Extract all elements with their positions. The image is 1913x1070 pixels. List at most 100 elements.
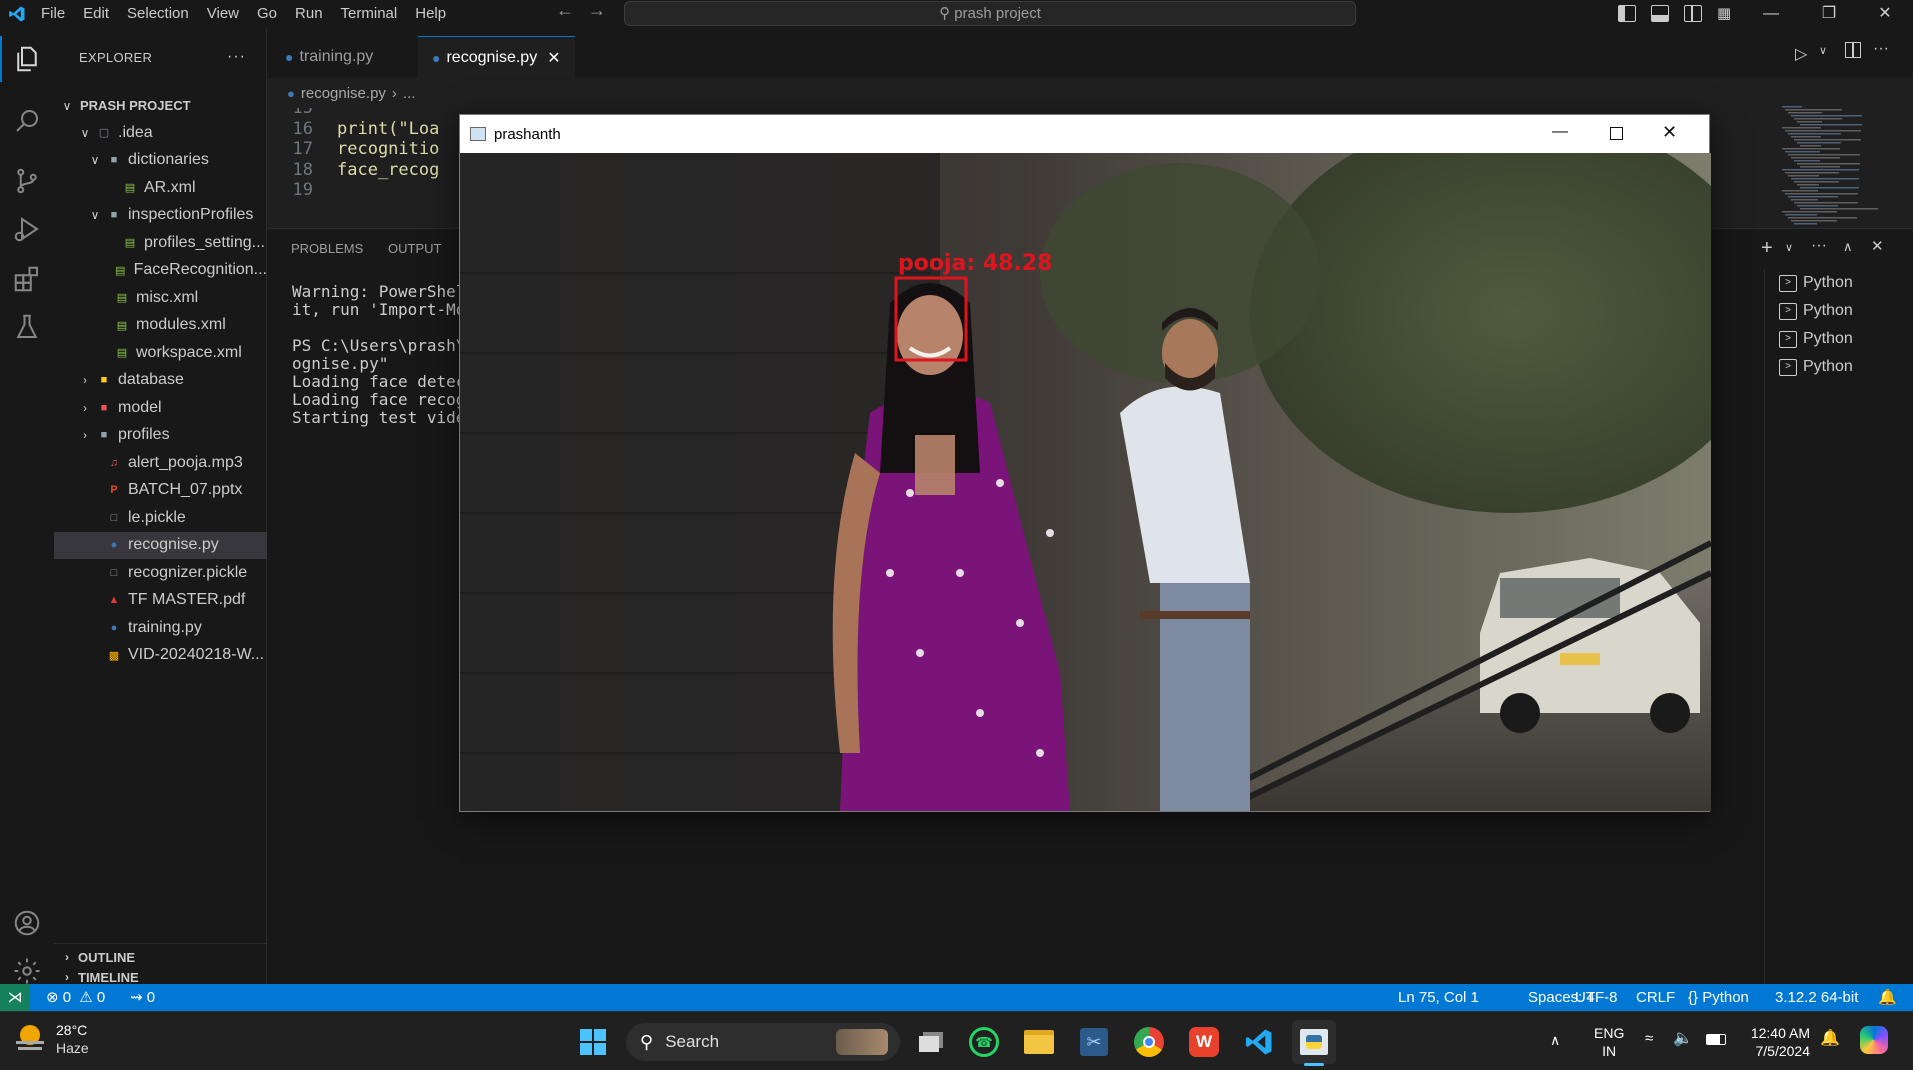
whatsapp-icon[interactable]: ☎ — [962, 1020, 1006, 1064]
tree-item[interactable]: ∨ ■ inspectionProfiles — [54, 202, 267, 229]
copilot-icon[interactable] — [1860, 1026, 1888, 1054]
clock[interactable]: 12:40 AM 7/5/2024 — [1740, 1024, 1810, 1060]
breadcrumb-symbol[interactable]: ... — [403, 85, 416, 102]
breadcrumb-file[interactable]: recognise.py — [301, 85, 386, 102]
outline-section[interactable]: › OUTLINE — [54, 943, 267, 970]
new-terminal-icon[interactable]: + — [1761, 237, 1773, 260]
tree-item[interactable]: ● training.py — [54, 614, 267, 641]
menu-run[interactable]: Run — [286, 0, 332, 28]
minimize-icon[interactable]: — — [1742, 0, 1800, 28]
tree-item[interactable]: □ le.pickle — [54, 504, 267, 531]
tree-item[interactable]: ▤ FaceRecognition... — [54, 257, 267, 284]
menu-edit[interactable]: Edit — [74, 0, 118, 28]
tree-item[interactable]: ▩ VID-20240218-W... — [54, 642, 267, 669]
terminal-instance[interactable]: > Python — [1765, 297, 1913, 325]
search-icon[interactable] — [0, 94, 54, 148]
remote-icon[interactable]: ⋊ — [0, 984, 30, 1011]
tree-item[interactable]: P BATCH_07.pptx — [54, 477, 267, 504]
opencv-image-window[interactable]: prashanth — ✕ pooja: 48.28 — [459, 114, 1711, 812]
maximize-panel-icon[interactable]: ∧ — [1843, 239, 1853, 255]
source-control-icon[interactable] — [0, 154, 54, 208]
close-panel-icon[interactable]: ✕ — [1871, 237, 1884, 255]
tab-output[interactable]: OUTPUT — [388, 229, 441, 269]
menu-terminal[interactable]: Terminal — [332, 0, 407, 28]
testing-icon[interactable] — [0, 300, 54, 354]
extensions-icon[interactable] — [0, 252, 54, 306]
menu-file[interactable]: File — [32, 0, 74, 28]
menu-selection[interactable]: Selection — [118, 0, 198, 28]
account-icon[interactable] — [0, 896, 54, 950]
taskbar-search[interactable]: ⚲ Search — [626, 1023, 900, 1061]
timeline-section[interactable]: › TIMELINE — [54, 970, 267, 985]
explorer-icon[interactable] — [0, 32, 54, 86]
forward-arrow-icon[interactable]: → — [588, 0, 606, 21]
chevron-down-icon[interactable]: ∨ — [1819, 44, 1827, 57]
problems-status[interactable]: ⊗ 0 ⚠ 0 — [46, 984, 105, 1011]
task-view-icon[interactable] — [909, 1020, 953, 1064]
tab-training-py[interactable]: ● training.py — [271, 36, 387, 78]
tree-item[interactable]: ∨ ■ dictionaries — [54, 147, 267, 174]
tree-item[interactable]: ▤ workspace.xml — [54, 339, 267, 366]
cv-window-titlebar[interactable]: prashanth — ✕ — [460, 115, 1711, 153]
tree-item[interactable]: › ■ profiles — [54, 422, 267, 449]
minimize-icon[interactable]: — — [1552, 123, 1568, 141]
python-interpreter[interactable]: 3.12.2 64-bit — [1775, 984, 1858, 1011]
tree-item[interactable]: □ recognizer.pickle — [54, 559, 267, 586]
menu-view[interactable]: View — [198, 0, 248, 28]
ports-status[interactable]: ⇝ 0 — [130, 984, 155, 1011]
menu-help[interactable]: Help — [406, 0, 455, 28]
tree-item[interactable]: ● recognise.py — [54, 531, 267, 559]
customize-layout-icon[interactable]: ▦ — [1717, 5, 1735, 22]
file-explorer-icon[interactable] — [1017, 1020, 1061, 1064]
terminal-instance[interactable]: > Python — [1765, 269, 1913, 297]
python-window-icon[interactable] — [1292, 1020, 1336, 1066]
encoding[interactable]: UTF-8 — [1575, 984, 1618, 1011]
menu-go[interactable]: Go — [248, 0, 286, 28]
tree-item[interactable]: ▤ misc.xml — [54, 284, 267, 311]
split-editor-icon[interactable] — [1845, 42, 1861, 58]
run-python-file-icon[interactable]: ▷ — [1795, 44, 1807, 64]
vscode-taskbar-icon[interactable] — [1237, 1020, 1281, 1064]
tree-item[interactable]: ▤ AR.xml — [54, 174, 267, 201]
back-arrow-icon[interactable]: ← — [556, 0, 574, 21]
line-ending[interactable]: CRLF — [1636, 984, 1675, 1011]
tree-item[interactable]: › ■ model — [54, 394, 267, 421]
wps-office-icon[interactable]: W — [1182, 1020, 1226, 1064]
wifi-icon[interactable]: ≈ — [1645, 1030, 1653, 1047]
toggle-panel-icon[interactable] — [1651, 5, 1669, 22]
close-icon[interactable]: ✕ — [1856, 0, 1913, 28]
toggle-primary-sidebar-icon[interactable] — [1618, 5, 1636, 22]
language-indicator[interactable]: ENG IN — [1594, 1024, 1624, 1060]
chevron-down-icon[interactable]: ∨ — [1785, 241, 1793, 254]
notifications-bell-icon[interactable]: 🔔 — [1878, 984, 1897, 1011]
volume-icon[interactable]: 🔈 — [1673, 1028, 1693, 1048]
cursor-position[interactable]: Ln 75, Col 1 — [1398, 984, 1479, 1011]
close-icon[interactable]: ✕ — [1662, 122, 1677, 143]
tree-item[interactable]: ▲ TF MASTER.pdf — [54, 587, 267, 614]
notification-bell-icon[interactable]: 🔔 — [1820, 1028, 1840, 1048]
snipping-tool-icon[interactable]: ✂ — [1072, 1020, 1116, 1064]
tab-recognise-py[interactable]: ● recognise.py ✕ — [418, 36, 575, 78]
toggle-secondary-sidebar-icon[interactable] — [1684, 5, 1702, 22]
restore-icon[interactable]: ❐ — [1800, 0, 1858, 28]
command-center-search[interactable]: ⚲ prash project — [624, 1, 1356, 26]
chrome-icon[interactable] — [1127, 1020, 1171, 1064]
more-actions-icon[interactable]: ··· — [1811, 237, 1827, 255]
battery-icon[interactable] — [1706, 1034, 1726, 1045]
run-debug-icon[interactable] — [0, 202, 54, 256]
tree-item[interactable]: › ■ database — [54, 367, 267, 394]
tree-item[interactable]: ▤ profiles_setting... — [54, 229, 267, 256]
terminal-instance[interactable]: > Python — [1765, 325, 1913, 353]
close-tab-icon[interactable]: ✕ — [547, 48, 560, 68]
terminal-instance[interactable]: > Python — [1765, 353, 1913, 381]
more-actions-icon[interactable]: ··· — [227, 48, 246, 66]
tree-item[interactable]: ▤ modules.xml — [54, 312, 267, 339]
more-actions-icon[interactable]: ··· — [1873, 40, 1889, 58]
windows-start-icon[interactable] — [571, 1020, 615, 1064]
maximize-icon[interactable] — [1610, 127, 1623, 140]
tree-item[interactable]: ♫ alert_pooja.mp3 — [54, 449, 267, 476]
show-hidden-icons[interactable]: ∧ — [1550, 1032, 1560, 1049]
tree-item[interactable]: ∨ ▢ .idea — [54, 119, 267, 146]
weather-widget[interactable]: 28°C Haze — [14, 1021, 89, 1057]
tab-problems[interactable]: PROBLEMS — [291, 229, 363, 269]
